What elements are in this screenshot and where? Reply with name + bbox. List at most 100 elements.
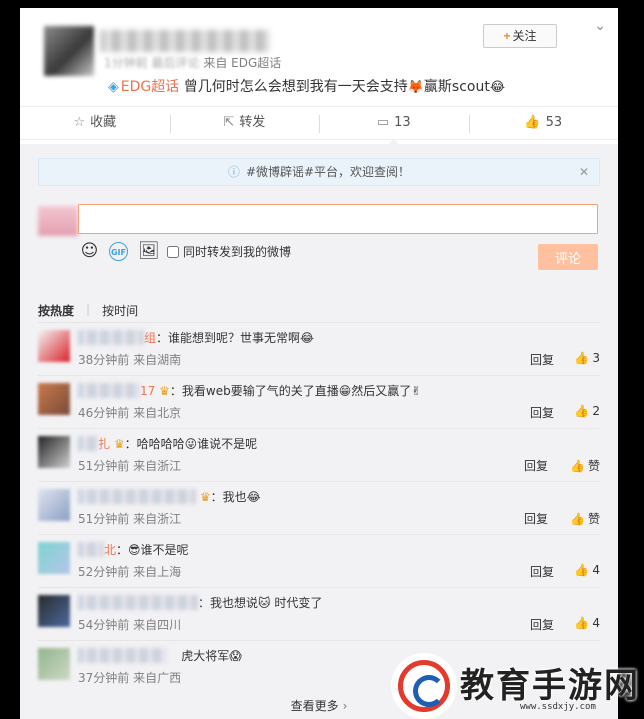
action-bar: ☆ 收藏 ⇱ 转发 ▭ 13 👍 53	[20, 106, 619, 145]
laugh-emoji-icon: 😂	[246, 490, 261, 504]
comment-time: 52分钟前	[78, 565, 130, 579]
watermark-url: www.ssdxjy.com	[520, 702, 596, 712]
commenter-name[interactable]	[78, 648, 166, 663]
reply-button[interactable]: 回复	[530, 404, 554, 421]
comment-like-count: 3	[592, 351, 600, 365]
comment-like-count: 2	[592, 404, 600, 418]
thumbs-up-icon: 👍	[570, 512, 585, 526]
comment-time: 54分钟前	[78, 618, 130, 632]
comment-time: 38分钟前	[78, 353, 130, 367]
commenter-name[interactable]	[78, 542, 104, 557]
comment-row: 组：谁能想到呢？世事无常啊😂 38分钟前 来自湖南 回复 👍 3	[38, 322, 600, 375]
comment-input[interactable]	[78, 204, 598, 234]
comment-text: ：哈哈哈哈	[124, 437, 185, 451]
close-icon[interactable]: ✕	[579, 159, 589, 185]
comment-body: ：我也想说🐱 时代变了	[78, 594, 322, 611]
commenter-avatar[interactable]	[38, 489, 70, 521]
commenter-avatar[interactable]	[38, 436, 70, 468]
commenter-name[interactable]	[78, 436, 98, 451]
repost-checkbox[interactable]: 同时转发到我的微博	[167, 243, 291, 260]
favorite-button[interactable]: ☆ 收藏	[20, 107, 170, 139]
comment-time: 51分钟前	[78, 459, 130, 473]
comment-text: 虎大将军	[181, 649, 230, 663]
comment-row: 北：😎谁不是呢 52分钟前 来自上海 回复 👍 4	[38, 534, 600, 587]
commenter-avatar[interactable]	[38, 330, 70, 362]
comment-body: 扎 ♛：哈哈哈哈😜谁说不是呢	[78, 435, 257, 452]
commenter-name-tail[interactable]: 北	[104, 543, 116, 557]
gif-icon[interactable]: GIF	[109, 242, 128, 261]
post-meta: 1分钟前 最后评论 来自 EDG超话	[104, 54, 281, 71]
victory-emoji-icon: ✌	[411, 384, 422, 398]
author-avatar[interactable]	[44, 26, 94, 76]
follow-button[interactable]: + 关注	[483, 24, 557, 48]
comment-like-button[interactable]: 👍 4	[574, 563, 600, 577]
comment-like-button[interactable]: 👍 赞	[570, 457, 600, 474]
commenter-name-tail[interactable]: 组	[144, 331, 156, 345]
reply-button[interactable]: 回复	[524, 510, 548, 527]
notice-text: #微博辟谣#平台，欢迎查阅！	[245, 165, 411, 179]
comment-list: 组：谁能想到呢？世事无常啊😂 38分钟前 来自湖南 回复 👍 3 17 ♛：我看w…	[38, 322, 600, 693]
laugh-emoji-icon: 😂	[489, 80, 506, 95]
reply-button[interactable]: 回复	[524, 457, 548, 474]
reply-button[interactable]: 回复	[530, 616, 554, 633]
author-name[interactable]	[100, 30, 270, 52]
post-content: ◈ EDG超话 曾几何时怎么会想到我有一天会支持🦊赢斯scout😂	[108, 76, 505, 96]
commenter-name-tail[interactable]: 17	[140, 384, 155, 398]
comment-like-button[interactable]: 👍 2	[574, 404, 600, 418]
comment-row: ♛：我也😂 51分钟前 来自浙江 回复 👍 赞	[38, 481, 600, 534]
watermark-text: 教育手游网	[460, 666, 640, 706]
comment-count: 13	[394, 115, 411, 130]
latest-comment-label: 最后评论	[151, 56, 200, 70]
my-avatar	[38, 206, 78, 236]
comment-meta: 46分钟前 来自北京	[78, 404, 181, 421]
comment-source: 来自浙江	[133, 512, 182, 526]
image-icon[interactable]: 🖼	[138, 242, 160, 261]
commenter-avatar[interactable]	[38, 595, 70, 627]
comment-icon: ▭	[376, 115, 390, 130]
comment-meta: 51分钟前 来自浙江	[78, 510, 181, 527]
comment-body: 17 ♛：我看web要输了气的关了直播😁然后又赢了✌	[78, 382, 421, 399]
comment-button[interactable]: ▭ 13	[319, 107, 469, 145]
repost-checkbox-input[interactable]	[167, 245, 179, 258]
crown-badge-icon: ♛	[159, 384, 170, 398]
crown-badge-icon: ♛	[199, 490, 211, 504]
commenter-name[interactable]	[78, 595, 198, 610]
tab-sort-hot[interactable]: 按热度	[38, 302, 74, 319]
comment-like-count: 赞	[587, 512, 600, 526]
composer-toolbar: ☺ GIF 🖼 同时转发到我的微博	[80, 242, 291, 261]
topic-link[interactable]: EDG超话	[121, 79, 179, 95]
commenter-avatar[interactable]	[38, 383, 70, 415]
crown-badge-icon: ♛	[113, 437, 125, 451]
comment-like-button[interactable]: 👍 赞	[570, 510, 600, 527]
like-button[interactable]: 👍 53	[468, 107, 619, 139]
weibo-post-card: ⌄ + 关注 1分钟前 最后评论 来自 EDG超话 ◈ EDG超话 曾几何时怎么会想…	[20, 8, 618, 719]
commenter-name[interactable]	[78, 383, 140, 398]
commenter-avatar[interactable]	[38, 648, 70, 680]
like-count: 53	[545, 115, 563, 130]
commenter-name[interactable]	[78, 489, 196, 504]
comment-source: 来自四川	[133, 618, 182, 632]
comment-like-count: 赞	[587, 459, 600, 473]
comment-time: 37分钟前	[78, 671, 130, 685]
comment-text: 谁不是呢	[140, 543, 189, 557]
comment-like-button[interactable]: 👍 4	[574, 616, 600, 630]
commenter-avatar[interactable]	[38, 542, 70, 574]
favorite-label: 收藏	[90, 115, 117, 130]
follow-label: 关注	[512, 29, 537, 43]
comment-like-button[interactable]: 👍 3	[574, 351, 600, 365]
submit-comment-button[interactable]: 评论	[538, 244, 598, 270]
comment-meta: 52分钟前 来自上海	[78, 563, 181, 580]
reply-button[interactable]: 回复	[530, 351, 554, 368]
emoji-icon[interactable]: ☺	[80, 242, 99, 261]
rumor-notice[interactable]: ⓘ #微博辟谣#平台，欢迎查阅！ ✕	[38, 158, 600, 186]
comment-source: 来自北京	[133, 406, 182, 420]
thumbs-up-icon: 👍	[574, 616, 590, 630]
scream-emoji-icon: 😱	[229, 649, 242, 663]
commenter-name-tail[interactable]: 扎	[98, 437, 110, 451]
comment-body: 组：谁能想到呢？世事无常啊😂	[78, 329, 314, 346]
reply-button[interactable]: 回复	[530, 563, 554, 580]
repost-button[interactable]: ⇱ 转发	[169, 107, 320, 139]
tab-sort-time[interactable]: 按时间	[102, 302, 138, 319]
commenter-name[interactable]	[78, 330, 144, 345]
post-source[interactable]: 来自 EDG超话	[203, 56, 281, 70]
